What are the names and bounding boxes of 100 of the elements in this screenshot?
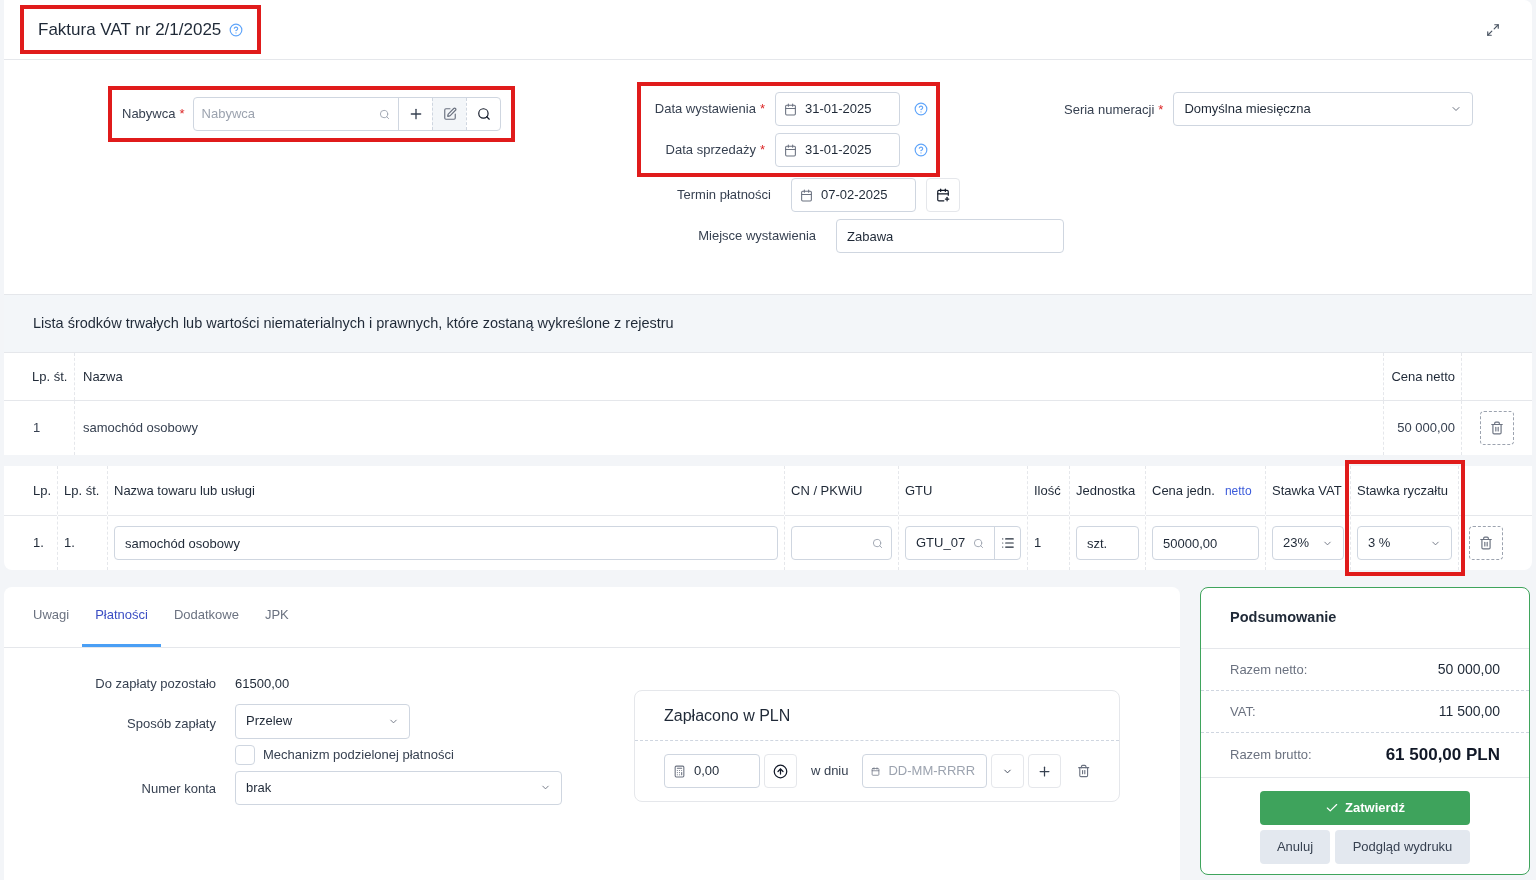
table-cell-text: 1 (1034, 534, 1042, 553)
required-mark: * (179, 106, 185, 122)
search-icon (872, 537, 883, 549)
table-cell-text: 1 (33, 419, 41, 438)
required-mark: * (759, 142, 765, 158)
card-title: Podsumowanie (1230, 608, 1337, 628)
cell-input[interactable]: szt. (1076, 526, 1139, 560)
field-label: Miejsce wystawienia (698, 227, 816, 246)
search-icon (973, 537, 985, 549)
preview-button[interactable]: Podgląd wydruku (1335, 830, 1470, 864)
date-input[interactable]: DD-MM-RRRR (888, 761, 979, 781)
field-label: Data wystawienia * (654, 100, 765, 119)
tab[interactable]: Dodatkowe (160, 586, 252, 647)
section-title: Lista środków trwałych lub wartości niematerialnych i prawnych, które zostaną wykreślone z rejestru (33, 313, 674, 333)
check-icon (1325, 801, 1339, 815)
column-header: CN / PKWiU (791, 481, 863, 500)
summary-value: 50 000,00 (1437, 660, 1500, 679)
column-header: Stawka ryczałtu (1357, 481, 1449, 500)
date-field[interactable]: 31-01-2025 (775, 92, 900, 126)
calendar-plus-icon (936, 188, 950, 202)
date-value: 31-01-2025 (805, 141, 872, 160)
calendar-button[interactable] (926, 178, 960, 212)
column-header: Lp. śt. (32, 367, 68, 386)
rate-select[interactable]: 23% (1272, 526, 1344, 560)
search-icon (476, 107, 491, 121)
column-header: Nazwa towaru lub usługi (114, 481, 255, 500)
delete-button[interactable] (1469, 526, 1503, 560)
column-header-note: netto (1224, 482, 1252, 500)
calculator-icon (673, 764, 686, 778)
column-header: Nazwa (83, 367, 123, 386)
column-header: Cena jedn. (1152, 481, 1215, 500)
series-select[interactable]: Domyślna miesięczna (1173, 92, 1474, 126)
trash-icon[interactable] (1076, 764, 1090, 778)
date-value: 07-02-2025 (821, 186, 888, 205)
column-header: Cena netto (1391, 367, 1455, 386)
field-label: Termin płatności (677, 186, 771, 205)
calendar-icon (871, 764, 881, 778)
cell-input[interactable]: samochód osobowy (114, 526, 778, 560)
table-cell-text: 1. (33, 534, 44, 553)
required-mark: * (759, 101, 765, 117)
checkbox[interactable] (235, 744, 255, 765)
trash-icon (1479, 536, 1493, 550)
calendar-icon (784, 143, 797, 157)
summary-value: 61 500,00 PLN (1385, 744, 1500, 767)
summary-label: VAT: (1230, 702, 1256, 721)
column-header: Lp. (33, 481, 52, 500)
cell-input[interactable]: 50000,00 (1152, 526, 1259, 560)
add-button[interactable] (1028, 754, 1061, 788)
field-label: Do zapłaty pozostało (94, 675, 216, 693)
help-icon[interactable] (229, 22, 244, 37)
delete-button[interactable] (1480, 411, 1514, 445)
calendar-icon (784, 102, 797, 116)
field-label: Numer konta (140, 779, 216, 798)
rate-select[interactable]: 3 % (1357, 526, 1452, 560)
column-header: GTU (905, 481, 933, 500)
table-cell-text: 50 000,00 (1397, 419, 1455, 438)
field-label: Nabywca * (122, 105, 185, 124)
table-cell-text: 1. (64, 534, 75, 553)
account-select[interactable]: brak (235, 770, 562, 805)
upload-button[interactable] (764, 754, 797, 788)
summary-label: Razem netto: (1230, 660, 1308, 679)
tab[interactable]: Płatności (82, 586, 161, 647)
expand-icon[interactable] (1486, 22, 1500, 37)
search-field[interactable] (791, 526, 892, 560)
payment-method-select[interactable]: Przelew (235, 703, 410, 739)
tab[interactable]: JPK (251, 586, 302, 647)
invoice-title: Faktura VAT nr 2/1/2025 (38, 18, 222, 41)
gtu-value: GTU_07 (916, 534, 966, 553)
field-label: Sposób zapłaty (126, 715, 216, 734)
field-label: Seria numeracji * (1064, 101, 1164, 119)
table-cell-text: samochód osobowy (83, 419, 198, 438)
buyer-input[interactable]: Nabywca (201, 104, 379, 124)
summary-label: Razem brutto: (1230, 746, 1312, 765)
cancel-button[interactable]: Anuluj (1260, 830, 1330, 864)
trash-icon (1490, 421, 1504, 435)
date-field[interactable]: 31-01-2025 (775, 133, 900, 167)
plus-icon (1036, 763, 1052, 779)
amount-field[interactable]: 0,00 (664, 754, 761, 788)
edit-icon (442, 107, 457, 121)
help-icon[interactable] (914, 143, 928, 157)
field-label: w dniu (810, 762, 849, 781)
buyer-field[interactable]: Nabywca (192, 97, 501, 131)
column-header: Stawka VAT (1272, 481, 1342, 500)
date-field[interactable]: DD-MM-RRRR (862, 754, 988, 788)
search-icon (379, 108, 390, 120)
help-icon[interactable] (914, 102, 928, 116)
edit-button[interactable] (432, 98, 466, 130)
list-icon (1000, 536, 1015, 550)
summary-value: 11 500,00 (1438, 702, 1500, 721)
column-header: Lp. śt. (64, 481, 100, 500)
place-input[interactable]: Zabawa (836, 219, 1064, 253)
required-mark: * (1158, 102, 1164, 117)
gtu-field[interactable]: GTU_07 (905, 526, 1021, 560)
remaining-amount: 61500,00 (235, 675, 291, 693)
arrow-up-icon (773, 763, 789, 779)
card-title: Zapłacono w PLN (664, 705, 791, 726)
date-field[interactable]: 07-02-2025 (791, 178, 916, 212)
column-header: Ilość (1034, 481, 1061, 500)
tab[interactable]: Uwagi (20, 586, 83, 647)
date-value: 31-01-2025 (805, 100, 872, 119)
